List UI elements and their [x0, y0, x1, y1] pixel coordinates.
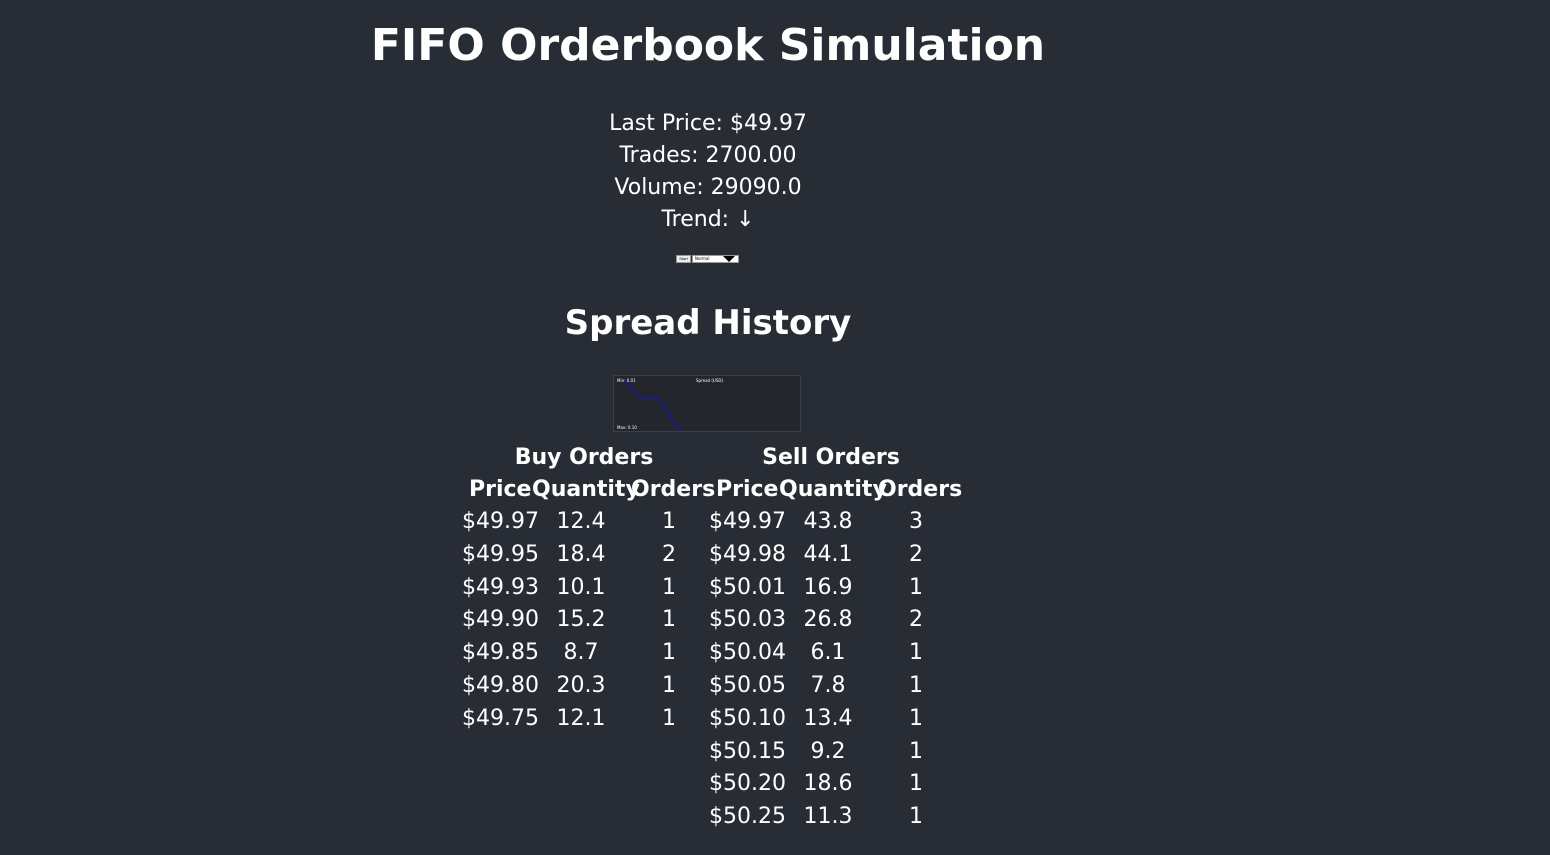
sell-row-quantity: 26.8 — [803, 607, 853, 633]
buy-row-quantity: 20.3 — [556, 673, 606, 698]
sell-row-quantity: 16.9 — [803, 574, 853, 600]
sell-row-orders: 2 — [909, 607, 923, 633]
sell-row-price: $50.01 — [709, 574, 786, 600]
buy-orders-title: Buy Orders — [514, 445, 654, 470]
sell-row-price: $50.10 — [709, 705, 786, 731]
stats-panel: Last Price: $49.97 Trades: 2700.00 Volum… — [0, 108, 1416, 236]
sell-row-price: $50.04 — [709, 640, 786, 666]
sell-row-orders: 1 — [909, 738, 923, 764]
buy-row-quantity: 8.7 — [563, 640, 599, 666]
buy-row-orders: 2 — [662, 541, 676, 567]
sell-orders-title: Sell Orders — [762, 445, 900, 470]
spread-max-label: Max: 0.10 — [617, 425, 637, 430]
buy-row-orders: 1 — [662, 705, 676, 731]
sell-row-orders: 3 — [909, 509, 923, 534]
sell-row-orders: 1 — [909, 705, 923, 731]
buy-header-price: Price — [469, 477, 532, 502]
buy-row-price: $49.85 — [462, 640, 539, 666]
buy-row-price: $49.93 — [462, 574, 539, 600]
buy-row-price: $49.95 — [462, 541, 539, 567]
sell-row-price: $50.03 — [709, 607, 786, 633]
buy-row-quantity: 12.4 — [556, 509, 606, 534]
buy-row-quantity: 15.2 — [556, 607, 606, 633]
sell-row-price: $50.20 — [709, 771, 786, 797]
sell-header-quantity: Quantity — [779, 477, 887, 502]
sell-row-orders: 1 — [909, 771, 923, 797]
start-button[interactable]: Start — [676, 255, 691, 263]
sell-row-orders: 2 — [909, 541, 923, 567]
sell-row-quantity: 18.6 — [803, 771, 853, 797]
spread-history-chart: Min: 0.01 Spread (USD) Max: 0.10 — [613, 375, 801, 432]
buy-row-orders: 1 — [662, 509, 676, 534]
buy-header-quantity: Quantity — [532, 477, 640, 502]
sell-row-quantity: 6.1 — [810, 640, 846, 666]
buy-row-quantity: 10.1 — [556, 574, 606, 600]
sell-row-orders: 1 — [909, 640, 923, 666]
trades-stat: Trades: 2700.00 — [619, 143, 797, 168]
sell-header-orders: Orders — [878, 477, 963, 502]
chevron-down-icon — [723, 256, 735, 262]
sell-row-price: $49.97 — [709, 509, 786, 534]
buy-row-orders: 1 — [662, 607, 676, 633]
sell-row-orders: 1 — [909, 673, 923, 698]
buy-row-price: $49.75 — [462, 705, 539, 731]
sell-row-quantity: 13.4 — [803, 705, 853, 731]
sell-row-quantity: 11.3 — [803, 804, 853, 830]
page-title: FIFO Orderbook Simulation — [370, 20, 1046, 71]
buy-row-quantity: 12.1 — [556, 705, 606, 731]
spread-series-label: Spread (USD) — [696, 378, 723, 383]
sell-row-price: $50.15 — [709, 738, 786, 764]
buy-row-orders: 1 — [662, 574, 676, 600]
mode-select[interactable]: Normal — [692, 255, 739, 263]
buy-row-orders: 1 — [662, 640, 676, 666]
buy-row-price: $49.97 — [462, 509, 539, 534]
sell-header-price: Price — [716, 477, 779, 502]
spread-series-line — [624, 380, 682, 431]
sell-row-orders: 1 — [909, 804, 923, 830]
sell-row-price: $50.25 — [709, 804, 786, 830]
sell-row-quantity: 43.8 — [803, 509, 853, 534]
buy-row-quantity: 18.4 — [556, 541, 606, 567]
sell-row-quantity: 44.1 — [803, 541, 853, 567]
simulation-controls: Start Normal — [676, 255, 739, 263]
spread-chart-svg: Min: 0.01 Spread (USD) Max: 0.10 — [617, 378, 723, 431]
buy-row-price: $49.80 — [462, 673, 539, 698]
mode-select-value: Normal — [695, 256, 710, 261]
volume-stat: Volume: 29090.0 — [614, 175, 802, 200]
spread-history-title: Spread History — [564, 303, 852, 343]
sell-row-orders: 1 — [909, 574, 923, 600]
sell-row-quantity: 9.2 — [810, 738, 846, 764]
buy-row-orders: 1 — [662, 673, 676, 698]
trend-stat: Trend: ↓ — [661, 207, 755, 232]
last-price-stat: Last Price: $49.97 — [609, 111, 807, 136]
sell-row-quantity: 7.8 — [810, 673, 846, 698]
buy-header-orders: Orders — [631, 477, 716, 502]
sell-row-price: $49.98 — [709, 541, 786, 567]
sell-row-price: $50.05 — [709, 673, 786, 698]
buy-row-price: $49.90 — [462, 607, 539, 633]
